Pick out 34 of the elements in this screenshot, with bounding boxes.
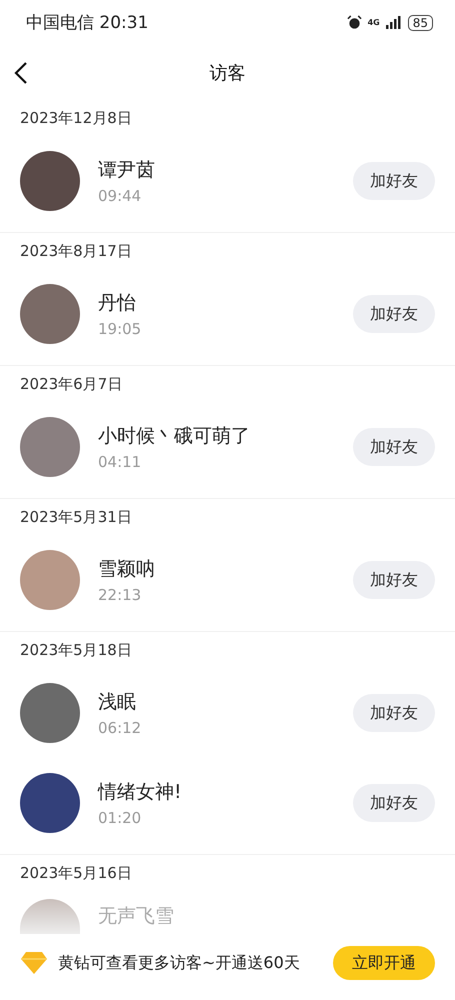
diamond-icon: [20, 951, 48, 975]
visitor-name: 雪颖呐: [98, 557, 156, 582]
date-heading: 2023年5月31日: [20, 508, 132, 526]
visitor-name: 小时候丶硪可萌了: [98, 424, 251, 449]
visitor-name: 浅眠: [98, 690, 137, 715]
date-heading: 2023年5月18日: [20, 640, 132, 660]
visitor-name: 无声飞雪: [98, 905, 174, 928]
visitor-name: 情绪女神!: [98, 780, 183, 805]
visit-time: 22:13: [98, 586, 142, 604]
visit-time: 06:12: [98, 719, 142, 737]
open-now-button[interactable]: 立即开通: [333, 946, 435, 980]
date-heading: 2023年5月16日: [20, 864, 132, 882]
add-friend-button[interactable]: 加好友: [353, 428, 435, 466]
add-friend-button[interactable]: 加好友: [353, 694, 435, 732]
visitor-name: 丹怡: [98, 291, 137, 316]
add-friend-button[interactable]: 加好友: [353, 295, 435, 333]
visit-time: 19:05: [98, 320, 142, 338]
signal-icon: [386, 16, 402, 29]
visit-time: 09:44: [98, 187, 142, 205]
promo-text: 黄钻可查看更多访客~开通送60天: [58, 952, 301, 974]
network-type: 4G: [368, 18, 380, 27]
add-friend-button[interactable]: 加好友: [353, 784, 435, 822]
date-heading: 2023年8月17日: [20, 242, 132, 260]
visit-time: 01:20: [98, 809, 142, 827]
alarm-icon: [346, 15, 362, 30]
date-heading: 2023年6月7日: [20, 374, 122, 394]
status-carrier-time: 中国电信 20:31: [26, 12, 148, 34]
visit-time: 04:11: [98, 453, 142, 471]
date-heading: 2023年12月8日: [20, 108, 132, 128]
visitor-name: 谭尹茵: [98, 158, 156, 183]
battery-level: 85: [408, 14, 433, 30]
page-title: 访客: [210, 62, 246, 84]
add-friend-button[interactable]: 加好友: [353, 561, 435, 599]
add-friend-button[interactable]: 加好友: [353, 162, 435, 200]
